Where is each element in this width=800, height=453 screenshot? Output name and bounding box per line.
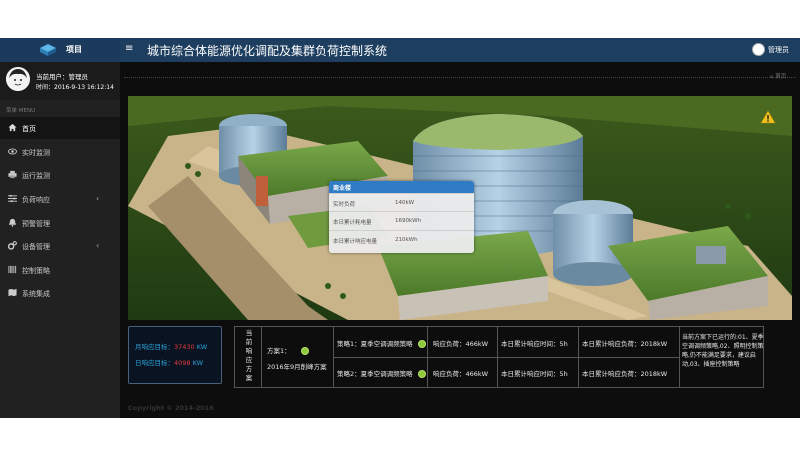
status-indicator — [300, 347, 309, 355]
menu-toggle-icon[interactable]: ≡ — [125, 43, 133, 54]
sidebar: 当前用户：管理员 时间：2016-9-13 16:12:14 菜单 MENU 首… — [0, 62, 120, 418]
strategy-load: 响应负荷：466kW — [433, 340, 489, 348]
sidebar-item-label: 实时监测 — [22, 149, 50, 157]
logo-text: 项目 — [66, 45, 82, 54]
scheme-label-text: 方案1： — [267, 347, 291, 355]
barcode-icon — [8, 265, 17, 274]
plan-side-label: 当前响应方案 — [245, 329, 253, 382]
footer-copyright: Copyright © 2014-2016 — [128, 404, 214, 412]
scheme-label: 方案1： — [267, 345, 309, 355]
scheme-sub: 2016年9月削峰方案 — [267, 363, 327, 371]
page-title: 城市综合体能源优化调配及集群负荷控制系统 — [147, 44, 388, 58]
sidebar-item-label: 预警管理 — [22, 220, 50, 228]
divider — [333, 357, 679, 358]
divider — [124, 77, 796, 78]
menu-heading: 菜单 MENU — [6, 108, 36, 114]
popup-value: 1690kWh — [395, 218, 422, 224]
strategy-name: 策略1：夏季空调调频策略 — [337, 340, 413, 348]
sidebar-item-operation[interactable]: 运行监测 — [0, 164, 120, 186]
bell-icon — [8, 218, 17, 227]
breadcrumb-home-label: 首页 — [775, 74, 787, 80]
response-targets: 月响应目标：37430 KW 日响应目标：4098 KW — [128, 326, 222, 384]
map-icon — [8, 288, 17, 297]
monthly-target-value: 37430 — [174, 343, 195, 351]
sliders-icon — [8, 194, 17, 203]
building-info-popup: 商业楼 实时负荷 140kW 本日累计耗电量 1690kWh 本日累计响应电量 … — [329, 181, 474, 253]
avatar — [6, 67, 30, 91]
breadcrumb-home[interactable]: ⌂ 首页 — [770, 72, 786, 80]
sidebar-item-label: 首页 — [22, 125, 36, 133]
monthly-target: 月响应目标：37430 KW — [135, 341, 207, 351]
popup-key: 本日累计耗电量 — [333, 220, 372, 226]
user-name[interactable]: 管理员 — [768, 45, 789, 55]
sidebar-item-load-response[interactable]: 负荷响应 ‹ — [0, 188, 120, 210]
popup-row: 实时负荷 140kW — [329, 193, 474, 211]
daily-target-label: 日响应目标： — [135, 359, 174, 367]
sidebar-item-label: 负荷响应 — [22, 196, 50, 204]
monthly-target-label: 月响应目标： — [135, 343, 174, 351]
sidebar-item-integration[interactable]: 系统集成 — [0, 282, 120, 304]
current-user: 当前用户：管理员 — [36, 73, 88, 81]
strategy-time: 本日累计响应时间：5h — [501, 340, 568, 348]
strategy-row-2[interactable]: 策略2：夏季空调调频策略 — [337, 368, 426, 378]
user-face-icon — [6, 67, 30, 91]
popup-key: 实时负荷 — [333, 202, 356, 208]
sidebar-item-control[interactable]: 控制策略 — [0, 259, 120, 281]
home-icon — [8, 123, 17, 132]
chevron-left-icon: ‹ — [96, 194, 100, 203]
current-time: 时间：2016-9-13 16:12:14 — [36, 84, 114, 91]
daily-target-unit: KW — [192, 359, 204, 367]
monthly-target-unit: KW — [196, 343, 208, 351]
sidebar-item-devices[interactable]: 设备管理 ‹ — [0, 235, 120, 257]
sidebar-item-home[interactable]: 首页 — [0, 117, 120, 139]
sidebar-item-label: 控制策略 — [22, 267, 50, 275]
divider — [261, 327, 262, 387]
sidebar-item-label: 运行监测 — [22, 172, 50, 180]
logo-area[interactable]: 项目 — [0, 38, 120, 62]
daily-target: 日响应目标：4098 KW — [135, 357, 203, 367]
top-header: 项目 ≡ 城市综合体能源优化调配及集群负荷控制系统 管理员 — [0, 38, 800, 62]
breadcrumb: ⌂ 首页 — [124, 71, 796, 85]
popup-value: 210kWh — [395, 237, 418, 243]
popup-row: 本日累计耗电量 1690kWh — [329, 211, 474, 229]
strategy-energy: 本日累计响应负荷：2018kW — [582, 340, 668, 348]
daily-target-value: 4098 — [174, 359, 191, 367]
plan-table: 当前响应方案 方案1： 2016年9月削峰方案 策略1：夏季空调调频策略 响应负… — [234, 326, 764, 388]
strategy-name: 策略2：夏季空调调频策略 — [337, 370, 413, 378]
eye-icon — [8, 148, 17, 155]
plan-note: 当前方案下已运行的:01、夏季空调调频策略,02、照明控制策略,仍不能满足要求，… — [682, 334, 764, 368]
chevron-left-icon: ‹ — [96, 241, 100, 250]
strategy-load: 响应负荷：466kW — [433, 370, 489, 378]
status-indicator — [417, 370, 426, 378]
print-icon — [8, 170, 17, 179]
sidebar-item-label: 设备管理 — [22, 243, 50, 251]
popup-title: 商业楼 — [333, 185, 352, 192]
cube-logo-icon — [40, 44, 56, 56]
sidebar-item-label: 系统集成 — [22, 290, 50, 298]
strategy-energy: 本日累计响应负荷：2018kW — [582, 370, 668, 378]
sidebar-item-realtime[interactable]: 实时监测 — [0, 141, 120, 163]
popup-key: 本日累计响应电量 — [333, 239, 378, 245]
popup-row: 本日累计响应电量 210kWh — [329, 230, 474, 248]
sidebar-item-warning[interactable]: 预警管理 — [0, 212, 120, 234]
strategy-row-1[interactable]: 策略1：夏季空调调频策略 — [337, 338, 426, 348]
user-avatar[interactable] — [752, 43, 765, 56]
strategy-time: 本日累计响应时间：5h — [501, 370, 568, 378]
cogs-icon — [8, 241, 17, 250]
profile-panel: 当前用户：管理员 时间：2016-9-13 16:12:14 — [0, 62, 120, 100]
status-indicator — [417, 340, 426, 348]
popup-header: 商业楼 — [329, 181, 474, 193]
popup-value: 140kW — [395, 200, 415, 206]
warning-icon[interactable] — [760, 110, 776, 124]
divider — [679, 327, 680, 387]
